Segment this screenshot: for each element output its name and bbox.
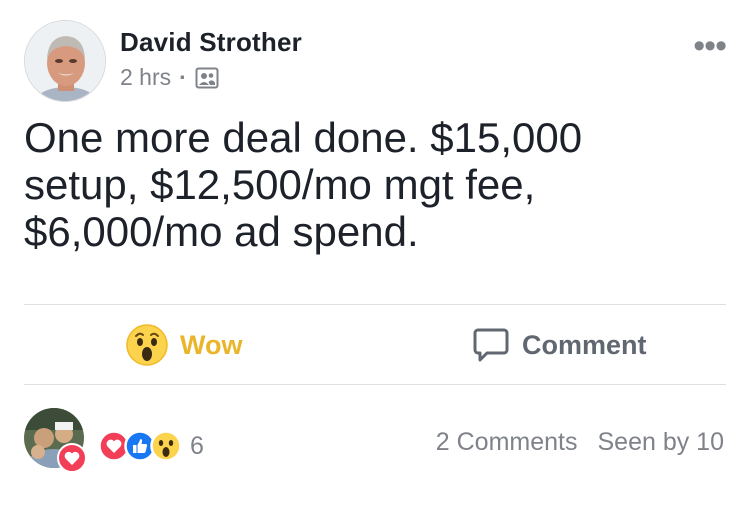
comment-icon [473,328,509,362]
reaction-icons: 6 [98,430,204,462]
seen-by-link[interactable]: Seen by 10 [598,428,725,457]
post-body: One more deal done. $15,000 setup, $12,5… [24,114,583,255]
avatar-photo [25,21,105,101]
friends-icon[interactable] [195,66,219,90]
divider-bottom [24,384,726,385]
wow-face-icon [126,324,168,366]
reaction-count: 6 [190,431,204,460]
comment-button[interactable]: Comment [472,319,647,371]
comment-label: Comment [522,329,647,360]
reactions-summary[interactable]: 6 [24,408,224,478]
post-time[interactable]: 2 hrs [120,64,171,91]
divider-top [24,304,726,305]
wow-label: Wow [180,329,243,360]
wow-button[interactable]: Wow [126,319,243,371]
meta-separator: · [179,64,187,90]
comments-count-link[interactable]: 2 Comments [436,428,578,457]
post-meta: 2 hrs · [120,64,219,91]
love-badge-icon [57,443,87,473]
author-avatar[interactable] [24,20,106,102]
post-stats: 2 Comments Seen by 10 [436,428,724,457]
author-name[interactable]: David Strother [120,27,302,58]
ellipsis-icon[interactable]: ••• [693,29,727,63]
wow-reaction-icon [150,430,182,462]
